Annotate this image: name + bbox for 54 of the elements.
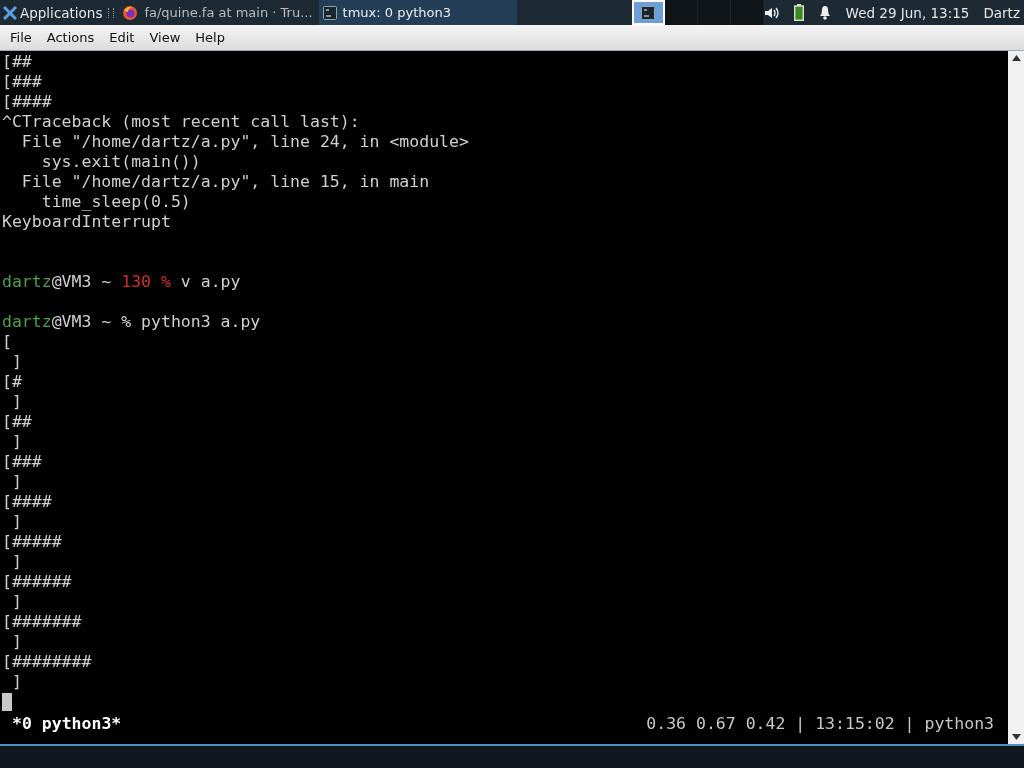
- terminal-line: File "/home/dartz/a.py", line 15, in main: [20, 172, 430, 192]
- x-logo-icon: [3, 5, 17, 20]
- terminal-line: ]: [10, 632, 22, 652]
- terminal-line: ]: [10, 432, 22, 452]
- menu-item[interactable]: File: [10, 30, 39, 45]
- terminal-line: KeyboardInterrupt: [2, 212, 171, 232]
- terminal-line: [########: [2, 652, 92, 672]
- bell-icon[interactable]: [817, 5, 832, 20]
- terminal-line: File "/home/dartz/a.py", line 24, in <module>: [20, 132, 469, 152]
- terminal-line: [####: [2, 92, 52, 112]
- menu-item[interactable]: Actions: [46, 30, 102, 45]
- scroll-down-icon[interactable]: [1011, 734, 1021, 740]
- tmux-status-info: 0.36 0.67 0.42 | 13:15:02 | python3: [646, 714, 994, 734]
- terminal-line: [: [2, 332, 12, 352]
- menu-item[interactable]: Help: [195, 30, 232, 45]
- applications-menu[interactable]: Applications: [0, 0, 105, 25]
- text-cursor: [2, 693, 12, 711]
- terminal-line: [#######: [2, 612, 82, 632]
- terminal-line: [##: [2, 412, 32, 432]
- terminal-line: time_sleep(0.5): [40, 192, 191, 212]
- terminal-line: [####: [2, 492, 52, 512]
- scrollbar[interactable]: [1008, 51, 1024, 744]
- clock[interactable]: Wed 29 Jun, 13:15: [845, 4, 970, 21]
- task-button[interactable]: fa/quine.fa at main · Tru...: [118, 0, 319, 25]
- task-button[interactable]: tmux: 0 python3: [318, 0, 517, 25]
- terminal-line: [#####: [2, 532, 62, 552]
- volume-icon[interactable]: [763, 5, 780, 20]
- terminal-line: [###: [2, 452, 42, 472]
- terminal-line: [######: [2, 572, 72, 592]
- tmux-window-tab[interactable]: *0 python3*: [12, 714, 122, 734]
- user-name[interactable]: Dartz: [983, 4, 1020, 21]
- drag-handle-icon[interactable]: [108, 7, 115, 18]
- terminal-line: ]: [10, 552, 22, 572]
- menu-item[interactable]: View: [149, 30, 188, 45]
- terminal-icon: [322, 5, 337, 20]
- terminal-line: ]: [10, 472, 22, 492]
- prompt-line: dartz@VM3 ~ 130 % v a.py: [2, 272, 241, 292]
- browser-icon: [122, 4, 139, 21]
- terminal-line: [###: [2, 72, 42, 92]
- scroll-up-icon[interactable]: [1011, 55, 1021, 61]
- battery-icon[interactable]: [793, 4, 804, 21]
- terminal-icon: [641, 5, 656, 20]
- workspace-button[interactable]: [664, 0, 698, 25]
- menu-item[interactable]: Edit: [109, 30, 142, 45]
- terminal-line: ]: [10, 512, 22, 532]
- terminal-line: [##: [2, 52, 32, 72]
- terminal-line: [#: [2, 372, 22, 392]
- terminal-line: ^CTraceback (most recent call last):: [2, 112, 360, 132]
- terminal-line: ]: [10, 352, 22, 372]
- terminal-line: ]: [10, 392, 22, 412]
- prompt-line: dartz@VM3 ~ % python3 a.py: [2, 312, 261, 332]
- terminal-line: sys.exit(main()): [40, 152, 201, 172]
- terminal-line: ]: [10, 592, 22, 612]
- terminal-line: ]: [10, 672, 22, 692]
